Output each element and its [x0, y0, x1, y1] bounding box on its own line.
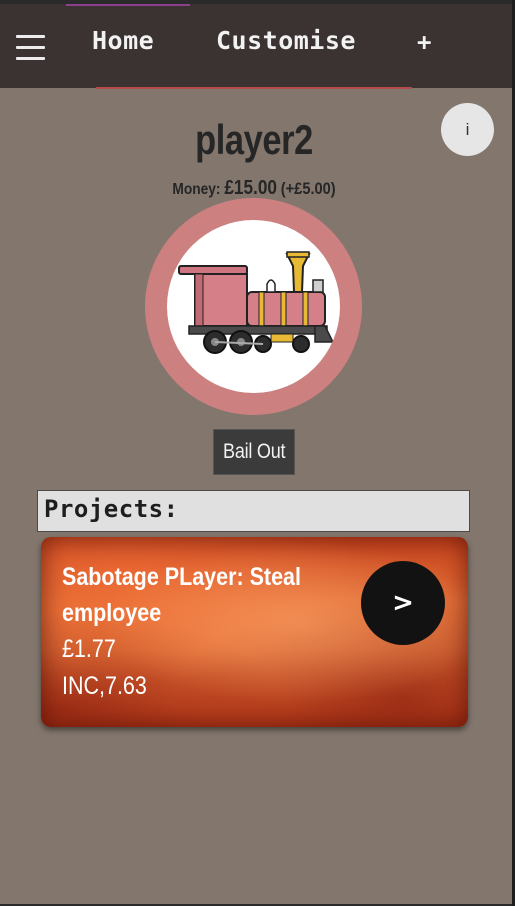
projects-header: Projects:	[37, 490, 470, 532]
project-title: Sabotage PLayer: Steal employee	[62, 563, 301, 627]
project-income: INC,7.63	[62, 672, 147, 700]
money-line: Money: £15.00 (+£5.00)	[36, 177, 473, 200]
hamburger-bar	[16, 57, 45, 60]
nav-add-button[interactable]: +	[417, 28, 432, 56]
project-cost: £1.77	[62, 635, 116, 663]
avatar	[145, 198, 362, 415]
app-frame: Home Customise + i player2 Money: £15.00…	[0, 0, 515, 906]
nav-divider	[96, 87, 412, 89]
hamburger-menu-icon[interactable]	[16, 33, 46, 63]
bail-out-button[interactable]: Bail Out	[213, 429, 295, 475]
money-delta: (+£5.00)	[280, 179, 336, 198]
nav-active-indicator	[66, 4, 190, 6]
player-name: player2	[195, 116, 313, 163]
project-card: Sabotage PLayer: Steal employee £1.77 IN…	[41, 537, 468, 727]
steam-train-icon	[178, 251, 333, 354]
hamburger-bar	[16, 46, 45, 49]
avatar-image	[167, 220, 340, 393]
navbar: Home Customise +	[0, 4, 512, 89]
hamburger-bar	[16, 35, 45, 38]
money-label: Money:	[172, 181, 221, 198]
bail-out-label: Bail Out	[222, 440, 286, 463]
nav-customise-link[interactable]: Customise	[216, 26, 356, 55]
page: Home Customise + i player2 Money: £15.00…	[0, 4, 512, 904]
nav-home-link[interactable]: Home	[92, 26, 154, 55]
project-details: Sabotage PLayer: Steal employee £1.77 IN…	[62, 559, 320, 705]
project-go-button[interactable]: >	[361, 561, 445, 645]
money-value: £15.00	[224, 177, 277, 199]
